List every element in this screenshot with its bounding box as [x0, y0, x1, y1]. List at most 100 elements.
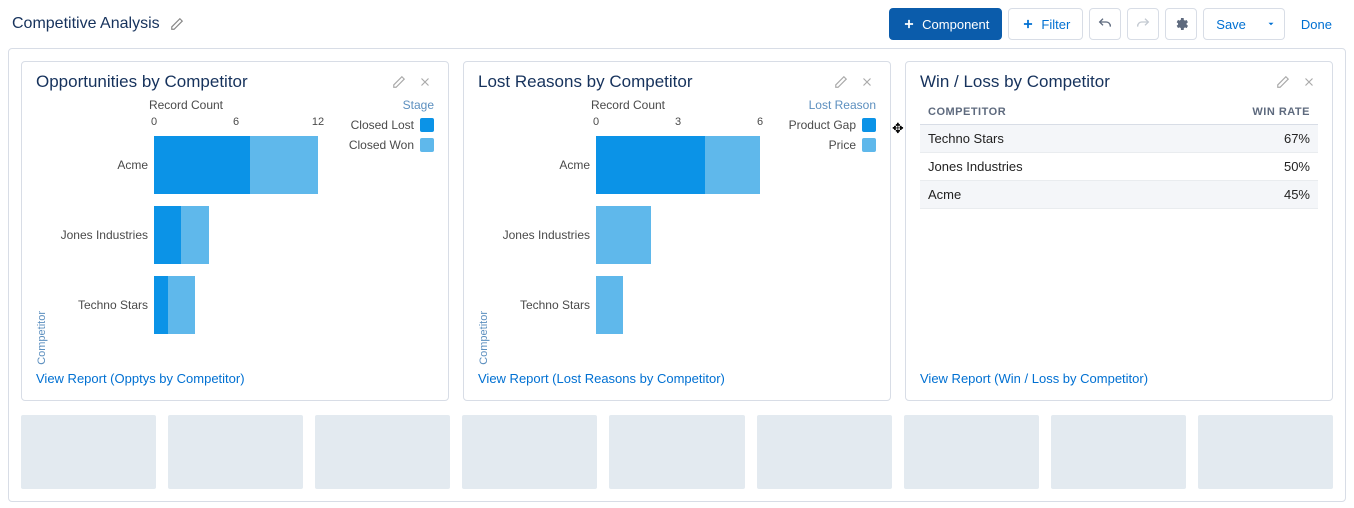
- card-close-button[interactable]: [858, 73, 876, 91]
- card-edit-button[interactable]: [390, 73, 408, 91]
- bar-segment-price: [596, 276, 623, 334]
- bar-row: Techno Stars: [54, 270, 318, 340]
- card-opportunities[interactable]: Opportunities by Competitor Competitor R…: [21, 61, 449, 401]
- move-icon: ✥: [892, 120, 904, 137]
- cell-competitor: Acme: [920, 181, 1159, 209]
- card-title: Lost Reasons by Competitor: [478, 72, 824, 92]
- legend-item: Closed Won: [324, 138, 434, 152]
- legend-swatch: [862, 118, 876, 132]
- close-icon: [418, 75, 432, 89]
- x-axis-title: Record Count: [54, 98, 318, 112]
- save-button-group: Save: [1203, 8, 1285, 40]
- done-link[interactable]: Done: [1291, 17, 1342, 32]
- empty-slot[interactable]: [21, 415, 156, 489]
- table-header-competitor: COMPETITOR: [920, 100, 1159, 125]
- empty-slot[interactable]: [462, 415, 597, 489]
- bar-segment-closed-lost: [154, 276, 168, 334]
- view-report-link[interactable]: View Report (Opptys by Competitor): [36, 371, 434, 386]
- x-tick: 3: [675, 116, 681, 128]
- x-axis-title: Record Count: [496, 98, 760, 112]
- card-title: Opportunities by Competitor: [36, 72, 382, 92]
- legend-swatch: [420, 138, 434, 152]
- add-filter-label: Filter: [1041, 17, 1070, 32]
- bar-label: Jones Industries: [496, 228, 596, 242]
- bar-row: Jones Industries: [496, 200, 760, 270]
- view-report-link[interactable]: View Report (Lost Reasons by Competitor): [478, 371, 876, 386]
- pencil-icon: [170, 17, 184, 31]
- add-filter-button[interactable]: Filter: [1008, 8, 1083, 40]
- legend-swatch: [420, 118, 434, 132]
- undo-icon: [1097, 16, 1113, 32]
- bar-segment-price: [596, 206, 651, 264]
- cell-winrate: 45%: [1159, 181, 1318, 209]
- win-loss-table: COMPETITOR WIN RATE Techno Stars 67% Jon…: [920, 100, 1318, 209]
- bars: Acme Jones Industries: [496, 130, 760, 340]
- legend-item: Product Gap: [766, 118, 876, 132]
- pencil-icon: [1276, 75, 1290, 89]
- bar-segment-closed-won: [181, 206, 208, 264]
- pencil-icon: [392, 75, 406, 89]
- card-lost-reasons[interactable]: Lost Reasons by Competitor Competitor Re…: [463, 61, 891, 401]
- bar-row: Acme: [54, 130, 318, 200]
- empty-slot[interactable]: [168, 415, 303, 489]
- save-button[interactable]: Save: [1203, 8, 1259, 40]
- cards-row: Opportunities by Competitor Competitor R…: [21, 61, 1333, 401]
- redo-button[interactable]: [1127, 8, 1159, 40]
- card-body: Competitor Record Count 0 6 12 Acme: [36, 92, 434, 365]
- empty-slot[interactable]: [904, 415, 1039, 489]
- edit-title-button[interactable]: [168, 15, 186, 33]
- card-close-button[interactable]: [1300, 73, 1318, 91]
- chart-lost-reasons: Competitor Record Count 0 3 6 Acme: [478, 92, 876, 365]
- bar-label: Techno Stars: [496, 298, 596, 312]
- legend-label: Closed Lost: [351, 118, 414, 132]
- y-axis-label: Competitor: [36, 271, 48, 365]
- card-head: Lost Reasons by Competitor: [478, 72, 876, 92]
- undo-button[interactable]: [1089, 8, 1121, 40]
- gear-icon: [1173, 16, 1189, 32]
- x-tick: 0: [593, 116, 599, 128]
- empty-slot[interactable]: [1198, 415, 1333, 489]
- bar-segment-product-gap: [596, 136, 705, 194]
- x-tick: 0: [151, 116, 157, 128]
- bar-label: Acme: [54, 158, 154, 172]
- cell-winrate: 67%: [1159, 125, 1318, 153]
- bar-area: [596, 276, 760, 334]
- empty-slot[interactable]: [1051, 415, 1186, 489]
- legend-title: Lost Reason: [766, 98, 876, 112]
- card-win-loss[interactable]: ✥ Win / Loss by Competitor COMPETITOR WI…: [905, 61, 1333, 401]
- table-row: Acme 45%: [920, 181, 1318, 209]
- x-tick: 6: [757, 116, 763, 128]
- card-edit-button[interactable]: [1274, 73, 1292, 91]
- add-component-label: Component: [922, 17, 989, 32]
- table-row: Techno Stars 67%: [920, 125, 1318, 153]
- empty-slots: [21, 415, 1333, 489]
- card-close-button[interactable]: [416, 73, 434, 91]
- bar-row: Acme: [496, 130, 760, 200]
- bar-area: [154, 136, 318, 194]
- table-header-winrate: WIN RATE: [1159, 100, 1318, 125]
- dashboard-board: Opportunities by Competitor Competitor R…: [8, 48, 1346, 502]
- empty-slot[interactable]: [757, 415, 892, 489]
- card-head: Opportunities by Competitor: [36, 72, 434, 92]
- save-menu-button[interactable]: [1258, 8, 1285, 40]
- settings-button[interactable]: [1165, 8, 1197, 40]
- plus-icon: [1021, 17, 1035, 31]
- add-component-button[interactable]: Component: [889, 8, 1002, 40]
- cell-winrate: 50%: [1159, 153, 1318, 181]
- card-body: Competitor Record Count 0 3 6 Acme: [478, 92, 876, 365]
- plot-col: Record Count 0 3 6 Acme: [496, 98, 760, 365]
- empty-slot[interactable]: [609, 415, 744, 489]
- x-ticks: 0 3 6: [596, 116, 760, 130]
- bar-segment-closed-lost: [154, 136, 250, 194]
- close-icon: [860, 75, 874, 89]
- view-report-link[interactable]: View Report (Win / Loss by Competitor): [920, 371, 1318, 386]
- empty-slot[interactable]: [315, 415, 450, 489]
- plot-col: Record Count 0 6 12 Acme: [54, 98, 318, 365]
- page-title: Competitive Analysis: [12, 15, 160, 33]
- legend: Lost Reason Product Gap Price: [766, 98, 876, 365]
- bar-segment-closed-won: [250, 136, 318, 194]
- cell-competitor: Techno Stars: [920, 125, 1159, 153]
- card-head: Win / Loss by Competitor: [920, 72, 1318, 92]
- card-edit-button[interactable]: [832, 73, 850, 91]
- y-axis-label: Competitor: [478, 271, 490, 365]
